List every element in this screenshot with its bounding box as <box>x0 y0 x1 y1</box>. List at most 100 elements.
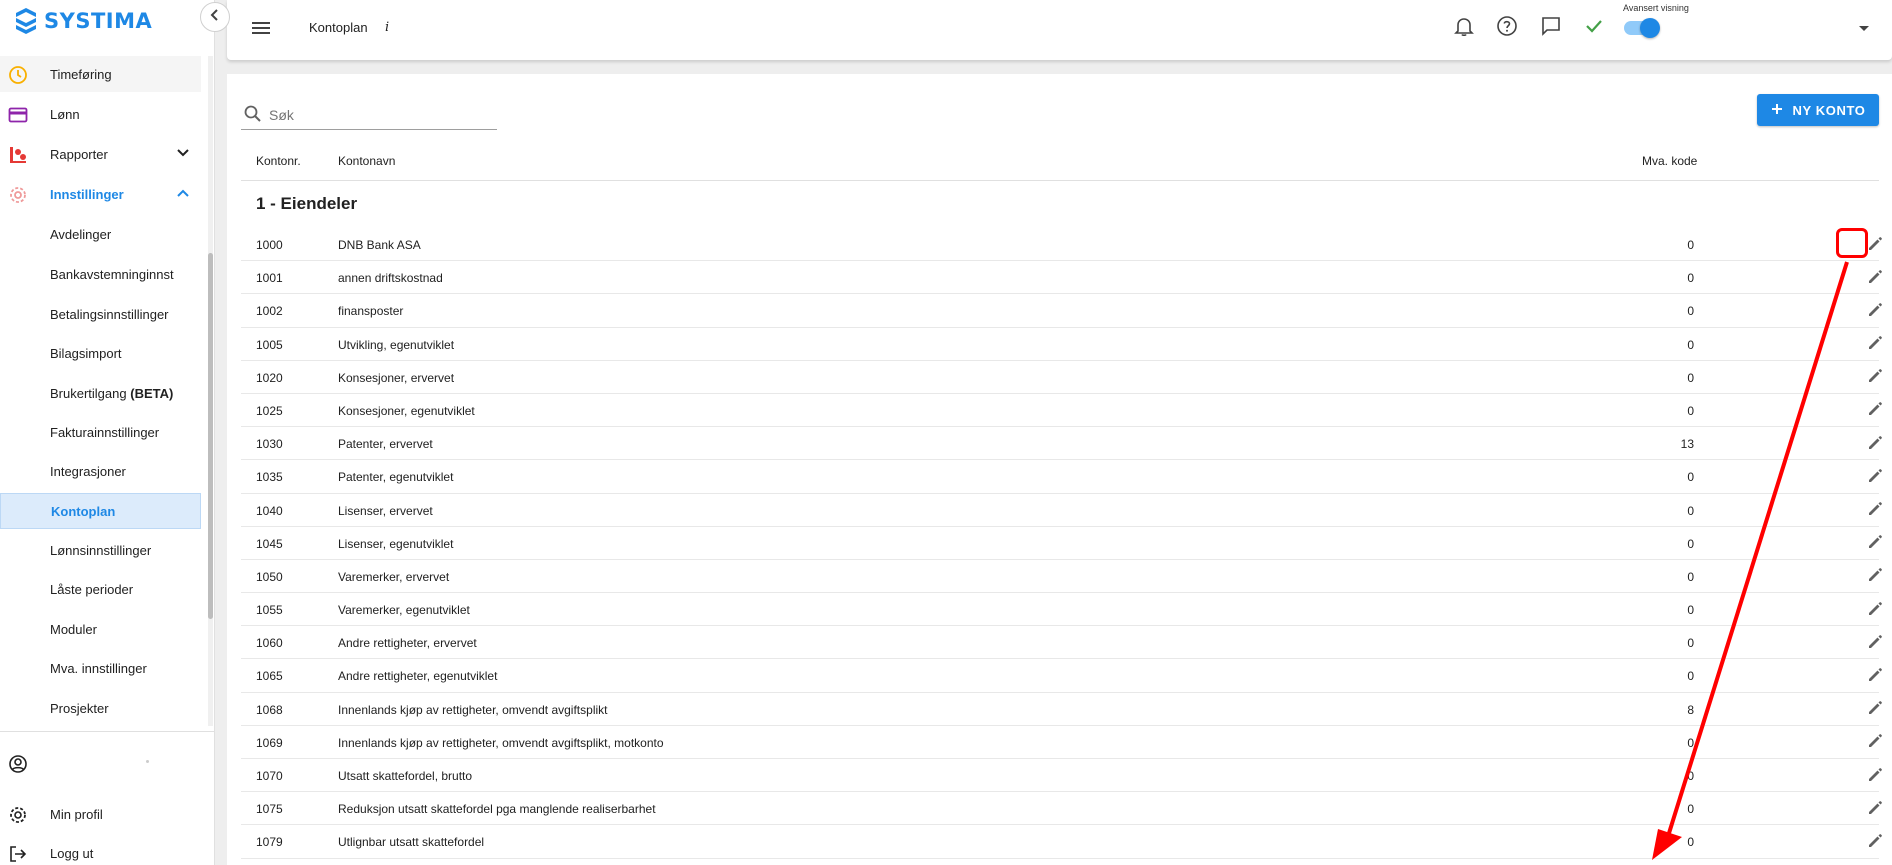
sidebar-item-label: Min profil <box>50 807 103 822</box>
table-row[interactable]: 1050 Varemerker, ervervet 0 <box>241 560 1882 594</box>
column-header-kontonr[interactable]: Kontonr. <box>256 154 301 168</box>
sidebar-subitem-prosjekter[interactable]: Prosjekter <box>0 690 201 726</box>
table-row[interactable]: 1000 DNB Bank ASA 0 <box>241 228 1882 262</box>
mva-code: 0 <box>1687 271 1694 286</box>
table-row[interactable]: 1065 Andre rettigheter, egenutviklet 0 <box>241 659 1882 693</box>
sidebar-user-account[interactable] <box>0 746 214 782</box>
edit-account-button[interactable] <box>1864 798 1886 820</box>
sidebar-scrollbar[interactable] <box>208 56 213 726</box>
sidebar-subitem-faktura[interactable]: Fakturainnstillinger <box>0 414 201 450</box>
table-row[interactable]: 1025 Konsesjoner, egenutviklet 0 <box>241 394 1882 428</box>
table-row[interactable]: 1035 Patenter, egenutviklet 0 <box>241 460 1882 494</box>
account-name: Varemerker, egenutviklet <box>338 603 470 618</box>
edit-account-button[interactable] <box>1864 699 1886 721</box>
sidebar-subitem-text: Brukertilgang <box>50 385 127 401</box>
edit-account-button[interactable] <box>1864 632 1886 654</box>
advanced-view-toggle[interactable] <box>1624 18 1660 38</box>
edit-account-button[interactable] <box>1864 500 1886 522</box>
pencil-icon <box>1866 500 1884 521</box>
account-circle-icon <box>8 754 28 777</box>
sidebar-subitem-bankavstemning[interactable]: Bankavstemninginnst <box>0 256 201 292</box>
collapse-sidebar-button[interactable] <box>200 2 230 32</box>
edit-account-button[interactable] <box>1864 599 1886 621</box>
sidebar-item-lonn[interactable]: Lønn <box>0 96 201 132</box>
help-button[interactable] <box>1495 15 1519 40</box>
edit-account-button[interactable] <box>1864 831 1886 853</box>
table-row[interactable]: 1045 Lisenser, egenutviklet 0 <box>241 527 1882 560</box>
sidebar-subitem-moduler[interactable]: Moduler <box>0 611 201 647</box>
info-icon[interactable]: i <box>385 20 389 35</box>
table-row[interactable]: 1055 Varemerker, egenutviklet 0 <box>241 593 1882 627</box>
account-name: Utsatt skattefordel, brutto <box>338 769 473 783</box>
edit-account-button[interactable] <box>1864 267 1886 289</box>
sidebar-item-min-profil[interactable]: Min profil <box>0 797 214 833</box>
sidebar-subitem-lonnsinnstillinger[interactable]: Lønnsinnstillinger <box>0 532 201 568</box>
pencil-icon <box>1866 467 1884 488</box>
sidebar-subitem-brukertilgang[interactable]: Brukertilgang (BETA) <box>0 375 201 411</box>
sidebar-item-label: Logg ut <box>50 846 94 861</box>
search-icon <box>243 104 263 129</box>
new-account-button[interactable]: NY KONTO <box>1757 94 1879 126</box>
sidebar-subitem-mva[interactable]: Mva. innstillinger <box>0 650 201 686</box>
beta-badge: (BETA) <box>130 385 174 401</box>
account-name: Utvikling, egenutviklet <box>338 337 455 352</box>
table-row[interactable]: 1068 Innenlands kjøp av rettigheter, omve… <box>241 693 1882 726</box>
edit-account-button[interactable] <box>1864 566 1886 588</box>
sidebar-item-timeforing[interactable]: Timeføring <box>0 56 201 92</box>
search-input[interactable] <box>269 104 489 126</box>
edit-account-button[interactable] <box>1864 300 1886 322</box>
account-name: Utlignbar utsatt skattefordel <box>338 835 485 850</box>
table-row[interactable]: 1075 Reduksjon utsatt skattefordel pga ma… <box>241 792 1882 826</box>
edit-account-button[interactable] <box>1864 367 1886 389</box>
brand-logo[interactable]: SYSTIMA <box>14 6 152 36</box>
table-row[interactable]: 1001 annen driftskostnad 0 <box>241 261 1882 295</box>
feedback-button[interactable] <box>1539 16 1563 40</box>
table-row[interactable]: 1060 Andre rettigheter, ervervet 0 <box>241 626 1882 660</box>
sidebar-subitem-bilagsimport[interactable]: Bilagsimport <box>0 335 201 371</box>
notifications-button[interactable] <box>1452 16 1476 40</box>
account-name: Konsesjoner, ervervet <box>338 370 455 385</box>
sidebar-scroll-thumb[interactable] <box>208 253 213 619</box>
sidebar-subitem-avdelinger[interactable]: Avdelinger <box>0 216 201 252</box>
edit-account-button[interactable] <box>1864 732 1886 754</box>
table-row[interactable]: 1079 Utlignbar utsatt skattefordel 0 <box>241 825 1882 859</box>
table-row[interactable]: 1070 Utsatt skattefordel, brutto 0 <box>241 759 1882 793</box>
sidebar-subitem-kontoplan[interactable]: Kontoplan <box>0 493 201 529</box>
search-field[interactable] <box>241 100 497 130</box>
toggle-knob <box>1640 18 1660 38</box>
sidebar-subitem-laste-perioder[interactable]: Låste perioder <box>0 571 201 607</box>
column-header-kontonavn[interactable]: Kontonavn <box>338 154 395 168</box>
account-number: 1050 <box>256 569 283 584</box>
account-dropdown-button[interactable] <box>1858 22 1870 34</box>
table-row[interactable]: 1020 Konsesjoner, ervervet 0 <box>241 361 1882 394</box>
pencil-icon <box>1866 533 1884 554</box>
status-ok-indicator[interactable] <box>1582 16 1606 40</box>
checkmark-icon <box>1583 15 1605 42</box>
caret-down-icon <box>1858 22 1870 39</box>
table-row[interactable]: 1069 Innenlands kjøp av rettigheter, omve… <box>241 726 1882 759</box>
table-row[interactable]: 1005 Utvikling, egenutviklet 0 <box>241 328 1882 361</box>
sidebar-item-innstillinger[interactable]: Innstillinger <box>0 176 201 212</box>
table-row[interactable]: 1002 finansposter 0 <box>241 294 1882 328</box>
chat-bubble-icon <box>1540 15 1562 42</box>
edit-account-button[interactable] <box>1864 765 1886 787</box>
edit-account-button[interactable] <box>1864 334 1886 356</box>
report-chart-icon <box>8 145 28 165</box>
edit-account-button[interactable] <box>1864 533 1886 555</box>
edit-account-button[interactable] <box>1864 433 1886 455</box>
sidebar-item-logg-ut[interactable]: Logg ut <box>0 836 214 865</box>
edit-account-button[interactable] <box>1864 466 1886 488</box>
sidebar-item-rapporter[interactable]: Rapporter <box>0 136 201 172</box>
sidebar-subitem-integrasjoner[interactable]: Integrasjoner <box>0 453 201 489</box>
menu-button[interactable] <box>249 16 273 40</box>
mva-code: 0 <box>1687 370 1694 385</box>
clock-icon <box>8 65 28 85</box>
edit-account-button[interactable] <box>1864 400 1886 422</box>
edit-account-button[interactable] <box>1864 665 1886 687</box>
column-header-mva[interactable]: Mva. kode <box>1642 154 1697 168</box>
mva-code: 0 <box>1687 304 1694 319</box>
table-row[interactable]: 1030 Patenter, ervervet 13 <box>241 427 1882 461</box>
account-name: Reduksjon utsatt skattefordel pga mangle… <box>338 802 656 817</box>
table-row[interactable]: 1040 Lisenser, ervervet 0 <box>241 494 1882 527</box>
sidebar-subitem-betaling[interactable]: Betalingsinnstillinger <box>0 296 201 332</box>
